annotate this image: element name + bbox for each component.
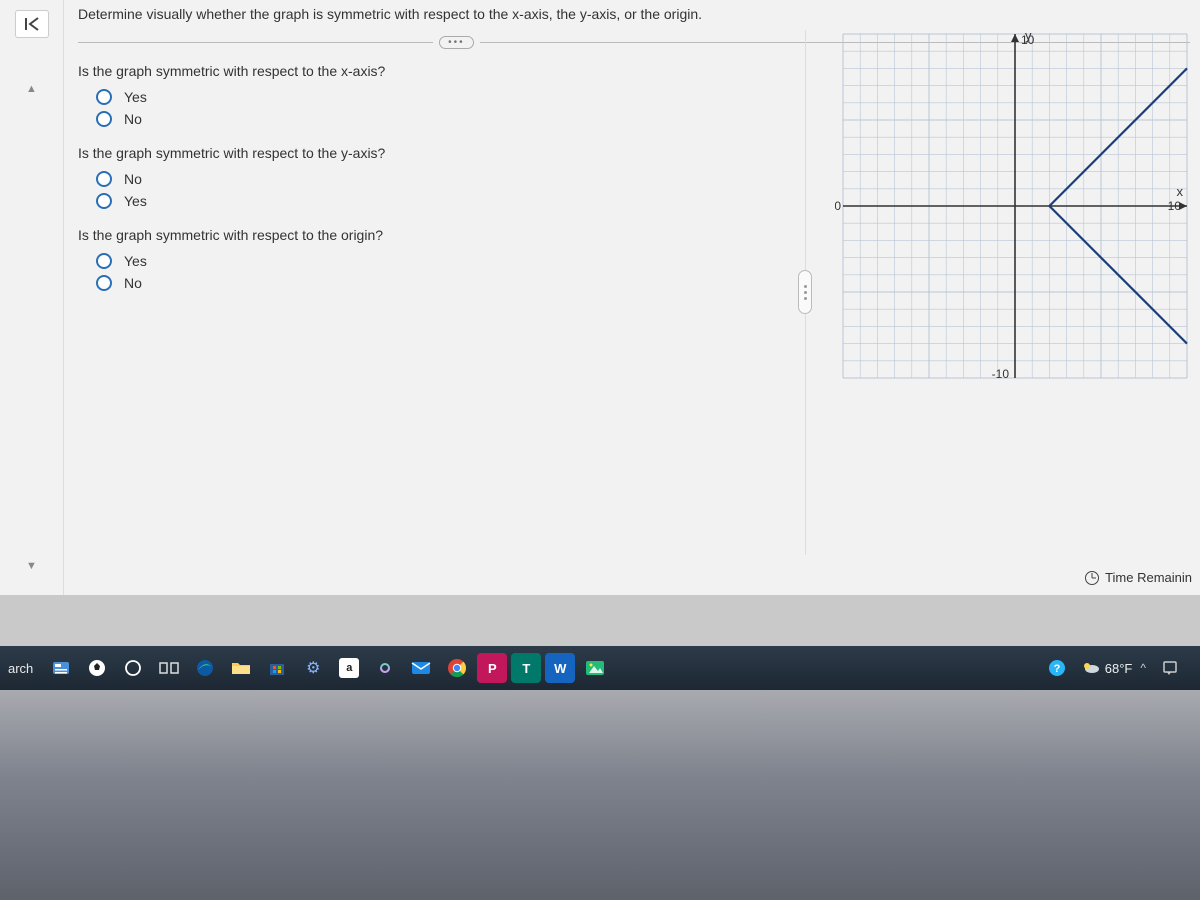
temperature-label: 68°F xyxy=(1105,661,1133,676)
chrome-icon[interactable] xyxy=(441,652,473,684)
svg-text:-10: -10 xyxy=(835,199,841,213)
weather-widget[interactable]: 68°F xyxy=(1081,660,1133,676)
app-w-icon[interactable]: W xyxy=(545,653,575,683)
option-label: No xyxy=(124,171,142,187)
option-label: No xyxy=(124,111,142,127)
content-pane: Determine visually whether the graph is … xyxy=(64,0,1200,595)
taskbar: arch ⚙ a P T W ? 6 xyxy=(0,646,1200,690)
svg-text:10: 10 xyxy=(1168,199,1182,213)
svg-text:y: y xyxy=(1025,28,1032,43)
app-t-icon[interactable]: T xyxy=(511,653,541,683)
graph: -101010-10xy xyxy=(835,26,1195,386)
svg-text:?: ? xyxy=(1053,663,1060,675)
radio-icon[interactable] xyxy=(96,193,112,209)
time-remaining: Time Remainin xyxy=(1085,570,1192,585)
more-button[interactable]: ••• xyxy=(439,36,474,49)
resize-handle[interactable] xyxy=(798,270,812,314)
svg-text:x: x xyxy=(1177,184,1184,199)
tray-caret[interactable]: ^ xyxy=(1140,661,1146,675)
radio-icon[interactable] xyxy=(96,275,112,291)
taskbar-tray: ? 68°F ^ xyxy=(1041,652,1192,684)
scroll-down-button[interactable]: ▼ xyxy=(23,557,41,575)
radio-icon[interactable] xyxy=(96,111,112,127)
edge-icon[interactable] xyxy=(189,652,221,684)
collapse-panel-button[interactable] xyxy=(15,10,49,38)
file-explorer-icon[interactable] xyxy=(225,652,257,684)
mail-icon[interactable] xyxy=(405,652,437,684)
left-rail: ▲ ▼ xyxy=(0,0,64,595)
option-label: Yes xyxy=(124,89,147,105)
app-window: ▲ ▼ Determine visually whether the graph… xyxy=(0,0,1200,595)
option-label: Yes xyxy=(124,253,147,269)
task-view-icon[interactable] xyxy=(153,652,185,684)
news-icon[interactable] xyxy=(45,652,77,684)
svg-text:-10: -10 xyxy=(992,367,1010,381)
option-label: Yes xyxy=(124,193,147,209)
copilot-icon[interactable] xyxy=(369,652,401,684)
app-p-icon[interactable]: P xyxy=(477,653,507,683)
taskbar-search-text[interactable]: arch xyxy=(8,661,41,676)
radio-icon[interactable] xyxy=(96,253,112,269)
desk-surface xyxy=(0,690,1200,900)
radio-icon[interactable] xyxy=(96,89,112,105)
radio-icon[interactable] xyxy=(96,171,112,187)
notifications-icon[interactable] xyxy=(1154,652,1186,684)
soccer-icon[interactable] xyxy=(81,652,113,684)
option-label: No xyxy=(124,275,142,291)
clock-icon xyxy=(1085,571,1099,585)
settings-icon[interactable]: ⚙ xyxy=(297,652,329,684)
amazon-icon[interactable]: a xyxy=(333,652,365,684)
graph-pane: -101010-10xy xyxy=(830,16,1200,396)
collapse-icon xyxy=(22,16,42,32)
weather-icon xyxy=(1081,660,1101,676)
scroll-up-button[interactable]: ▲ xyxy=(23,80,41,98)
help-icon[interactable]: ? xyxy=(1041,652,1073,684)
cortana-icon[interactable] xyxy=(117,652,149,684)
photos-icon[interactable] xyxy=(579,652,611,684)
store-icon[interactable] xyxy=(261,652,293,684)
time-remaining-label: Time Remainin xyxy=(1105,570,1192,585)
app-body: ▲ ▼ Determine visually whether the graph… xyxy=(0,0,1200,595)
